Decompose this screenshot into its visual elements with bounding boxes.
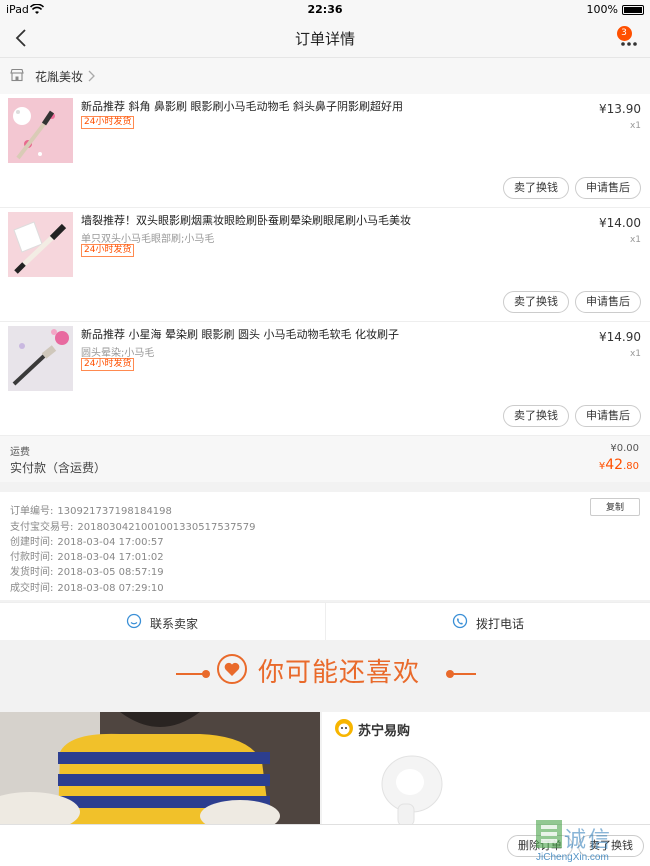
shop-name[interactable]: 花胤美妆 — [35, 68, 83, 85]
order-info: 订单编号: 130921737198184198 支付宝交易号: 201803042… — [0, 492, 650, 600]
earphone-product-image — [381, 755, 443, 824]
product-quantity: x1 — [629, 235, 641, 245]
watermark-text: 诚信 — [564, 828, 613, 853]
info-label: 发货时间: — [10, 567, 54, 578]
product-quantity: x1 — [629, 121, 641, 131]
after-sales-button[interactable]: 申请售后 — [575, 405, 641, 427]
order-number-row: 订单编号: 130921737198184198 — [10, 502, 172, 517]
sell-for-cash-button[interactable]: 卖了换钱 — [503, 405, 569, 427]
order-items: 新品推荐 斜角 鼻影刷 眼影刷小马毛动物毛 斜头鼻子阴影刷超好用 24小时发货 … — [0, 94, 650, 436]
info-label: 成交时间: — [10, 583, 54, 594]
order-item[interactable]: 墙裂推荐！双头眼影刷烟熏妆眼睑刷卧蚕刷晕染刷眼尾刷小马毛美妆 单只双头小马毛眼部… — [0, 208, 650, 322]
shop-header[interactable]: 花胤美妆 — [0, 58, 650, 94]
brush-product-image — [8, 98, 73, 163]
alipay-trade-number: 2018030421001001330517537579 — [77, 522, 256, 533]
recommend-title: 你可能还喜欢 — [258, 658, 421, 688]
contact-seller-button[interactable]: 联系卖家 — [0, 603, 325, 641]
info-label: 付款时间: — [10, 552, 54, 563]
divider-dot-left — [202, 670, 210, 678]
created-time-row: 创建时间: 2018-03-04 17:00:57 — [10, 533, 164, 548]
payment-summary: 运费 实付款（含运费） ¥0.00 ¥42.80 — [0, 436, 650, 482]
clock: 22:36 — [307, 3, 343, 16]
watermark: 诚信 JiChengXin.com — [532, 816, 650, 866]
info-label: 创建时间: — [10, 537, 54, 548]
battery-icon — [622, 5, 644, 15]
shipped-time: 2018-03-05 08:57:19 — [57, 567, 164, 578]
info-label: 订单编号: — [10, 506, 54, 517]
paid-time: 2018-03-04 17:01:02 — [57, 552, 164, 563]
heart-icon — [217, 654, 247, 684]
shipped-time-row: 发货时间: 2018-03-05 08:57:19 — [10, 563, 164, 578]
info-label: 支付宝交易号: — [10, 522, 74, 533]
product-thumbnail[interactable] — [8, 98, 73, 163]
paid-integer: 42 — [605, 457, 624, 473]
call-phone-button[interactable]: 拨打电话 — [325, 603, 650, 641]
after-sales-button[interactable]: 申请售后 — [575, 177, 641, 199]
watermark-logo-icon — [536, 820, 562, 848]
more-menu-button[interactable]: 3 — [617, 26, 640, 50]
shipping-label: 运费 — [10, 447, 30, 458]
brush-product-image — [8, 212, 73, 277]
contact-bar: 联系卖家 拨打电话 — [0, 602, 650, 641]
recommend-card[interactable]: 苏宁易购 — [322, 712, 650, 824]
brand-name: 苏宁易购 — [358, 724, 411, 739]
battery-percent: 100% — [586, 3, 618, 16]
watermark-url: JiChengXin.com — [536, 852, 609, 863]
completed-time: 2018-03-08 07:29:10 — [57, 583, 164, 594]
order-item[interactable]: 新品推荐 小星海 晕染刷 眼影刷 圆头 小马毛动物毛软毛 化妆刷子 圆头晕染;小… — [0, 322, 650, 436]
phone-icon — [452, 613, 468, 629]
product-thumbnail[interactable] — [8, 212, 73, 277]
sweater-product-image — [0, 712, 320, 824]
chevron-right-icon — [88, 70, 95, 82]
page-title: 订单详情 — [294, 30, 355, 48]
divider-line-left — [176, 673, 204, 675]
paid-total: ¥42.80 — [599, 457, 639, 473]
order-number: 130921737198184198 — [57, 506, 172, 517]
product-name[interactable]: 新品推荐 斜角 鼻影刷 眼影刷小马毛动物毛 斜头鼻子阴影刷超好用 — [81, 100, 531, 113]
order-detail-page: iPad 22:36 100% 订单详情 3 花胤美妆 新品推荐 斜角 鼻影刷 … — [0, 0, 650, 866]
created-time: 2018-03-04 17:00:57 — [57, 537, 164, 548]
product-thumbnail[interactable] — [8, 326, 73, 391]
paid-decimal: .80 — [623, 461, 639, 472]
product-spec: 单只双头小马毛眼部刷;小马毛 — [81, 234, 215, 245]
after-sales-button[interactable]: 申请售后 — [575, 291, 641, 313]
contact-seller-label: 联系卖家 — [150, 617, 199, 631]
shipping-tag: 24小时发货 — [81, 358, 135, 371]
product-price: ¥14.00 — [599, 216, 641, 230]
suning-logo-icon — [335, 719, 353, 737]
call-phone-label: 拨打电话 — [476, 617, 525, 631]
shipping-tag: 24小时发货 — [81, 244, 135, 257]
product-price: ¥14.90 — [599, 330, 641, 344]
product-price: ¥13.90 — [599, 102, 641, 116]
paid-label: 实付款（含运费） — [10, 461, 107, 475]
chat-smile-icon — [126, 613, 142, 629]
copy-button[interactable]: 复制 — [590, 498, 640, 516]
product-quantity: x1 — [629, 349, 641, 359]
shipping-tag: 24小时发货 — [81, 116, 135, 129]
paid-time-row: 付款时间: 2018-03-04 17:01:02 — [10, 548, 164, 563]
product-name[interactable]: 新品推荐 小星海 晕染刷 眼影刷 圆头 小马毛动物毛软毛 化妆刷子 — [81, 328, 531, 341]
notification-badge: 3 — [617, 26, 632, 41]
product-name[interactable]: 墙裂推荐！双头眼影刷烟熏妆眼睑刷卧蚕刷晕染刷眼尾刷小马毛美妆 — [81, 214, 531, 227]
order-item[interactable]: 新品推荐 斜角 鼻影刷 眼影刷小马毛动物毛 斜头鼻子阴影刷超好用 24小时发货 … — [0, 94, 650, 208]
alipay-number-row: 支付宝交易号: 2018030421001001330517537579 — [10, 518, 256, 533]
recommend-header: 你可能还喜欢 — [0, 640, 650, 712]
nav-bar: 订单详情 3 — [0, 20, 650, 58]
completed-time-row: 成交时间: 2018-03-08 07:29:10 — [10, 579, 164, 594]
sell-for-cash-button[interactable]: 卖了换钱 — [503, 177, 569, 199]
store-icon — [10, 68, 24, 82]
divider-line-right — [448, 673, 476, 675]
status-bar: iPad 22:36 100% — [0, 0, 650, 20]
shipping-value: ¥0.00 — [610, 443, 639, 454]
product-spec: 圆头晕染;小马毛 — [81, 348, 155, 359]
recommend-card[interactable] — [0, 712, 320, 824]
brush-product-image — [8, 326, 73, 391]
sell-for-cash-button[interactable]: 卖了换钱 — [503, 291, 569, 313]
